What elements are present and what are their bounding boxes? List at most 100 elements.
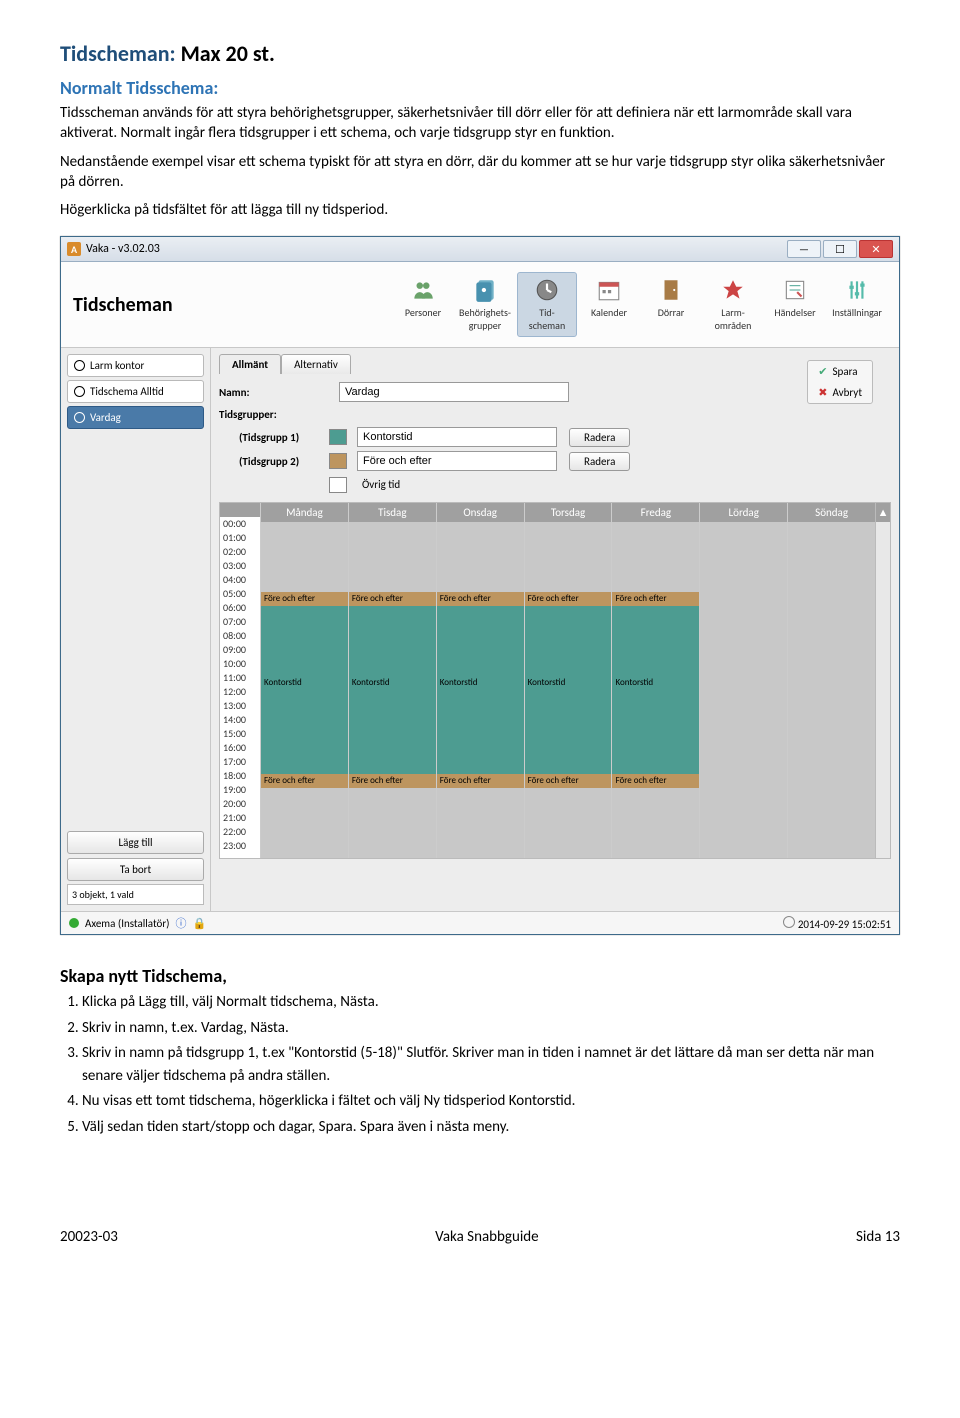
day-header: Måndag xyxy=(261,503,348,522)
sidebar-item-tidschema-alltid[interactable]: Tidschema Alltid xyxy=(67,380,204,403)
toolbar-kalender[interactable]: Kalender xyxy=(579,272,639,337)
toolbar-personer[interactable]: Personer xyxy=(393,272,453,337)
time-label: 15:00 xyxy=(220,727,260,741)
day-header: Fredag xyxy=(612,503,699,522)
page-footer: 20023-03 Vaka Snabbguide Sida 13 xyxy=(60,1228,900,1246)
clock-icon xyxy=(783,916,795,928)
ovrig-color-swatch xyxy=(329,477,347,493)
time-label: 20:00 xyxy=(220,797,260,811)
logged-in-user: Axema (Installatör) xyxy=(85,917,170,930)
timegroups-label: Tidsgrupper: xyxy=(219,408,339,421)
day-header: Lördag xyxy=(700,503,787,522)
time-label: 03:00 xyxy=(220,559,260,573)
toolbar-tid-scheman[interactable]: Tid-scheman xyxy=(517,272,577,337)
day-header: Torsdag xyxy=(525,503,612,522)
sidebar-item-larm-kontor[interactable]: Larm kontor xyxy=(67,354,204,377)
statusbar-timestamp: 2014-09-29 15:02:51 xyxy=(798,918,891,931)
time-label: 13:00 xyxy=(220,699,260,713)
day-header: Söndag xyxy=(788,503,875,522)
instruction-step: Nu visas ett tomt tidschema, högerklicka… xyxy=(82,1090,900,1113)
tab-allmänt[interactable]: Allmänt xyxy=(219,354,281,374)
window-maximize-button[interactable]: ☐ xyxy=(823,240,857,258)
time-label: 09:00 xyxy=(220,643,260,657)
time-label: 22:00 xyxy=(220,825,260,839)
time-label: 00:00 xyxy=(220,517,260,531)
toolbar-larm-omr-den[interactable]: Larm-områden xyxy=(703,272,763,337)
sidebar: Larm kontor Tidschema Alltid Vardag Lägg t… xyxy=(61,348,211,911)
name-input[interactable] xyxy=(339,382,569,402)
toolbar-h-ndelser[interactable]: Händelser xyxy=(765,272,825,337)
footer-docnum: 20023-03 xyxy=(60,1228,118,1246)
time-label: 01:00 xyxy=(220,531,260,545)
app-window: A Vaka - v3.02.03 — ☐ ✕ Tidscheman Perso… xyxy=(60,236,900,935)
time-label: 14:00 xyxy=(220,713,260,727)
window-title: Vaka - v3.02.03 xyxy=(86,242,160,256)
footer-page: Sida 13 xyxy=(856,1228,900,1246)
window-minimize-button[interactable]: — xyxy=(787,240,821,258)
day-header: Tisdag xyxy=(349,503,436,522)
tab-alternativ[interactable]: Alternativ xyxy=(281,354,351,374)
connection-status-icon xyxy=(69,918,79,928)
intro-paragraph-3: Högerklicka på tidsfältet för att lägga … xyxy=(60,200,900,220)
footer-title: Vaka Snabbguide xyxy=(435,1228,538,1246)
time-label: 16:00 xyxy=(220,741,260,755)
time-label: 06:00 xyxy=(220,601,260,615)
time-label: 11:00 xyxy=(220,671,260,685)
instruction-step: Skriv in namn på tidsgrupp 1, t.ex "Kont… xyxy=(82,1042,900,1087)
window-titlebar: A Vaka - v3.02.03 — ☐ ✕ xyxy=(61,237,899,262)
time-label: 21:00 xyxy=(220,811,260,825)
timegroup1-delete-button[interactable]: Radera xyxy=(569,428,630,447)
page-title: Tidscheman: Max 20 st. xyxy=(60,40,900,67)
time-label: 19:00 xyxy=(220,783,260,797)
status-bar: Axema (Installatör) ⓘ 🔒 2014-09-29 15:02… xyxy=(61,911,899,934)
time-label: 05:00 xyxy=(220,587,260,601)
schedule-scrollbar[interactable]: ▲ xyxy=(875,503,890,858)
time-label: 18:00 xyxy=(220,769,260,783)
lock-icon[interactable]: 🔒 xyxy=(193,917,207,930)
app-logo-icon: A xyxy=(67,242,81,256)
sidebar-item-vardag[interactable]: Vardag xyxy=(67,406,204,429)
timegroup1-color-swatch[interactable] xyxy=(329,429,347,445)
name-label: Namn: xyxy=(219,386,339,399)
intro-paragraph-1: Tidsscheman används för att styra behöri… xyxy=(60,103,900,144)
timegroup1-label: (Tidsgrupp 1) xyxy=(219,431,329,444)
timegroup2-delete-button[interactable]: Radera xyxy=(569,452,630,471)
time-label: 23:00 xyxy=(220,839,260,853)
cancel-button[interactable]: ✖Avbryt xyxy=(808,382,872,403)
toolbar-inst-llningar[interactable]: Inställningar xyxy=(827,272,887,337)
timegroup2-label: (Tidsgrupp 2) xyxy=(219,455,329,468)
clock-icon xyxy=(74,412,85,423)
action-box: ✔Spara ✖Avbryt xyxy=(807,360,873,404)
intro-paragraph-2: Nedanstående exempel visar ett schema ty… xyxy=(60,152,900,193)
clock-icon xyxy=(74,360,85,371)
instruction-step: Välj sedan tiden start/stopp och dagar, … xyxy=(82,1116,900,1139)
instruction-step: Skriv in namn, t.ex. Vardag, Nästa. xyxy=(82,1017,900,1040)
add-button[interactable]: Lägg till xyxy=(67,831,204,854)
timegroup2-input[interactable] xyxy=(357,451,557,471)
time-label: 02:00 xyxy=(220,545,260,559)
time-label: 08:00 xyxy=(220,629,260,643)
timegroup1-input[interactable] xyxy=(357,427,557,447)
toolbar-beh-righets-grupper[interactable]: Behörighets-grupper xyxy=(455,272,515,337)
window-close-button[interactable]: ✕ xyxy=(859,240,893,258)
timegroup2-color-swatch[interactable] xyxy=(329,453,347,469)
info-icon[interactable]: ⓘ xyxy=(176,915,187,931)
instructions-title: Skapa nytt Tidschema, xyxy=(60,965,900,987)
schedule-grid[interactable]: 00:0001:0002:0003:0004:0005:0006:0007:00… xyxy=(219,502,891,859)
tab-bar: AllmäntAlternativ xyxy=(219,354,891,374)
day-header: Onsdag xyxy=(437,503,524,522)
clock-icon xyxy=(74,386,85,397)
save-button[interactable]: ✔Spara xyxy=(808,361,872,382)
ovrig-label: Övrig tid xyxy=(357,475,557,494)
time-label: 10:00 xyxy=(220,657,260,671)
sidebar-object-count: 3 objekt, 1 vald xyxy=(67,884,204,905)
section-subtitle: Normalt Tidsschema: xyxy=(60,77,900,99)
instruction-step: Klicka på Lägg till, välj Normalt tidsch… xyxy=(82,991,900,1014)
toolbar-d-rrar[interactable]: Dörrar xyxy=(641,272,701,337)
main-toolbar: PersonerBehörighets-grupperTid-schemanKa… xyxy=(393,272,887,337)
remove-button[interactable]: Ta bort xyxy=(67,858,204,881)
time-label: 04:00 xyxy=(220,573,260,587)
time-label: 07:00 xyxy=(220,615,260,629)
header-title: Tidscheman xyxy=(73,293,173,317)
instructions-list: Klicka på Lägg till, välj Normalt tidsch… xyxy=(60,991,900,1138)
